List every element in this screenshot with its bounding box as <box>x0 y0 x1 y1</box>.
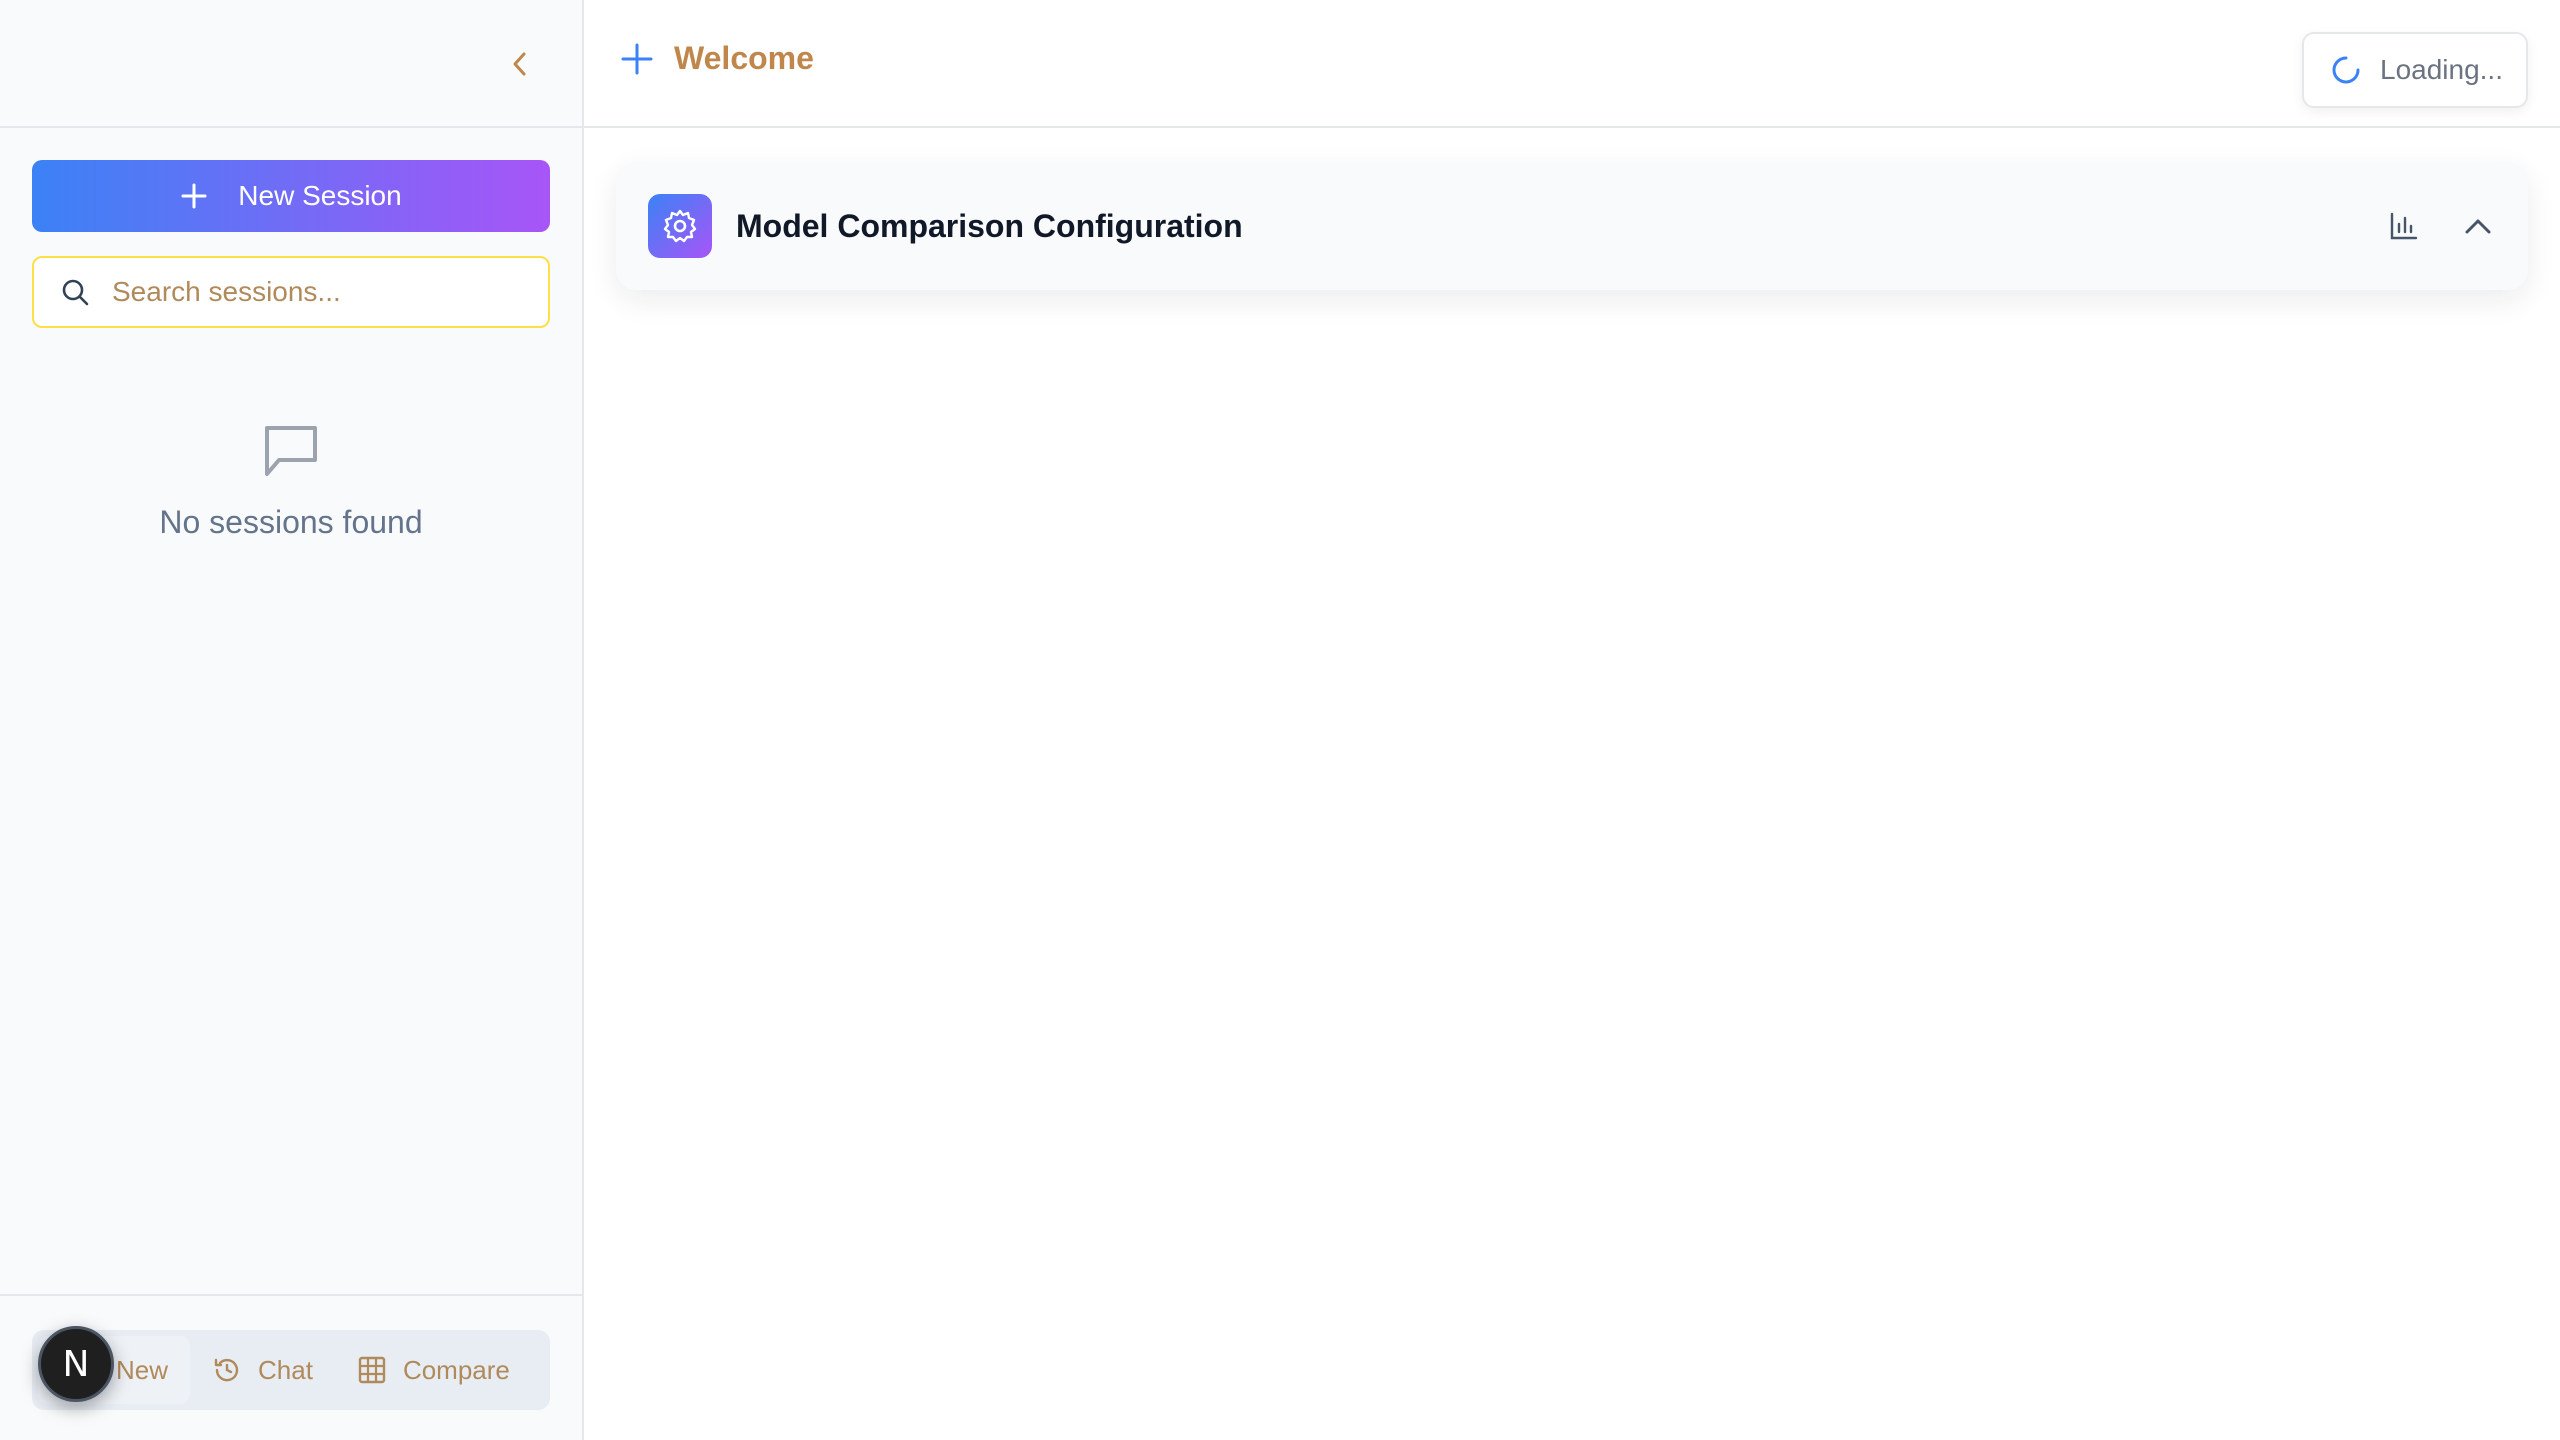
new-session-label: New Session <box>238 180 402 211</box>
new-session-button[interactable]: New Session <box>32 160 550 232</box>
tab-compare[interactable]: Compare <box>335 1336 532 1404</box>
config-actions <box>2386 200 2496 252</box>
search-box <box>32 256 550 328</box>
history-icon <box>214 1358 239 1382</box>
plus-icon <box>621 43 653 74</box>
gear-icon <box>663 209 697 243</box>
search-icon <box>62 279 89 306</box>
empty-message: No sessions found <box>159 504 423 540</box>
app-logo-badge[interactable]: N <box>38 1326 114 1402</box>
plus-icon <box>181 183 207 209</box>
welcome-button[interactable]: Welcome <box>620 40 814 77</box>
grid-icon <box>358 1356 386 1384</box>
loading-text: Loading... <box>2380 54 2503 85</box>
empty-state: No sessions found <box>32 420 550 541</box>
search-input[interactable] <box>112 276 532 308</box>
sidebar: New Session No sessions found New <box>0 0 584 1440</box>
chevron-left-icon <box>513 52 526 76</box>
collapse-sidebar-button[interactable] <box>498 44 542 84</box>
app-root: New Session No sessions found New <box>0 0 2560 1440</box>
collapse-panel-button[interactable] <box>2460 200 2496 252</box>
tab-chat-label: Chat <box>258 1354 313 1385</box>
tab-chat[interactable]: Chat <box>190 1336 335 1404</box>
spinner-icon <box>2332 56 2360 84</box>
sidebar-body: New Session No sessions found <box>0 128 582 1294</box>
loading-status: Loading... <box>2302 32 2528 108</box>
top-bar: Welcome Loading... <box>584 0 2560 128</box>
bar-chart-icon <box>2390 212 2418 240</box>
tab-compare-label: Compare <box>402 1354 510 1385</box>
stats-button[interactable] <box>2386 200 2422 252</box>
main-area: Welcome Loading... Model Comparison Conf… <box>584 0 2560 1440</box>
badge-letter: N <box>62 1343 90 1385</box>
config-badge <box>648 194 712 258</box>
model-comparison-config-panel: Model Comparison Configuration <box>616 162 2528 290</box>
message-square-icon <box>265 426 317 476</box>
welcome-label: Welcome <box>674 40 814 76</box>
sidebar-header <box>0 0 582 128</box>
config-title: Model Comparison Configuration <box>736 207 1243 244</box>
chevron-up-icon <box>2465 219 2491 234</box>
tab-new-label: New <box>116 1354 169 1385</box>
